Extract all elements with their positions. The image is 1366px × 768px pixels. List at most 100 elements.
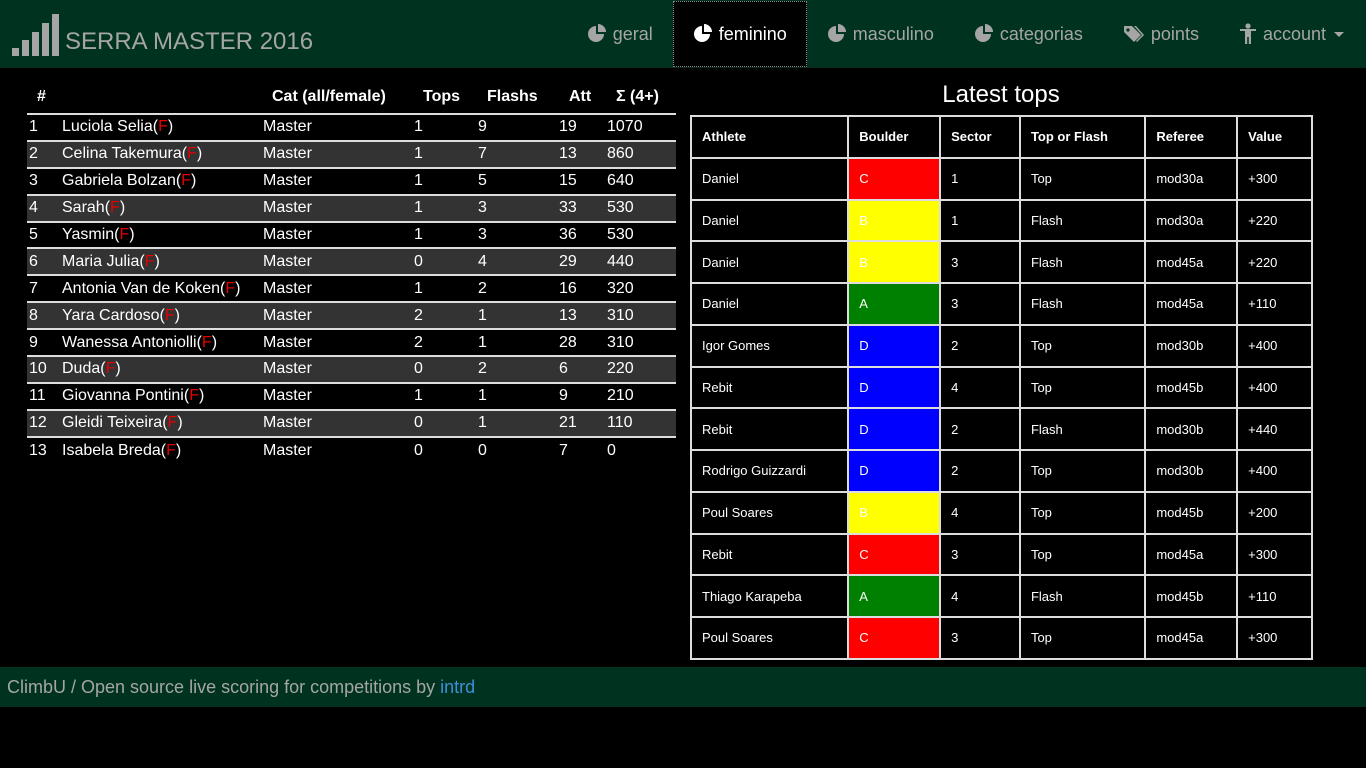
- col-header-sum[interactable]: Σ (4+): [607, 80, 676, 114]
- athlete-cell: Rodrigo Guizzardi: [689, 449, 850, 493]
- athlete-name[interactable]: Gabriela Bolzan: [62, 172, 176, 189]
- col-header-name: [62, 80, 263, 114]
- col-header-rank[interactable]: #: [27, 80, 62, 114]
- tab-geral[interactable]: geral: [567, 0, 673, 68]
- sum-cell: 110: [607, 414, 633, 432]
- sector-cell: 3: [939, 532, 1021, 577]
- ranking-row[interactable]: 5 Yasmin(F) Master 1 3 36 530: [27, 222, 676, 249]
- footer-link[interactable]: intrd: [440, 677, 475, 697]
- col-header-type: Top or Flash: [1018, 115, 1147, 159]
- pie-chart-icon: [827, 24, 847, 44]
- athlete-cell: Daniel: [689, 198, 850, 243]
- athlete-name-cell: Isabela Breda(F): [62, 441, 182, 459]
- tops-cell: 1: [414, 172, 423, 190]
- flashes-cell: 1: [478, 333, 487, 351]
- top-type-cell: Top: [1018, 449, 1147, 493]
- athlete-cell: Daniel: [689, 282, 850, 326]
- referee-cell: mod45a: [1144, 532, 1239, 577]
- ranking-row[interactable]: 1 Luciola Selia(F) Master 1 9 19 1070: [27, 114, 676, 141]
- tab-feminino[interactable]: feminino: [672, 1, 807, 67]
- tops-cell: 0: [414, 360, 423, 378]
- boulder-cell: B: [847, 240, 942, 284]
- top-type-cell: Top: [1018, 490, 1147, 535]
- tab-label: categorias: [999, 23, 1083, 44]
- referee-cell: mod45b: [1144, 365, 1239, 410]
- ranking-row[interactable]: 4 Sarah(F) Master 1 3 33 530: [27, 194, 676, 222]
- account-dropdown[interactable]: account: [1219, 0, 1366, 68]
- sector-cell: 3: [939, 616, 1021, 660]
- col-header-tops[interactable]: Tops: [414, 80, 478, 114]
- ranking-row[interactable]: 2 Celina Takemura(F) Master 1 7 13 860: [27, 140, 676, 168]
- athlete-cell: Rebit: [689, 365, 850, 410]
- athlete-name[interactable]: Antonia Van de Koken: [62, 280, 220, 297]
- attempts-cell: 36: [559, 226, 577, 243]
- athlete-name[interactable]: Sarah: [62, 199, 105, 216]
- sector-cell: 2: [939, 323, 1021, 368]
- attempts-cell: 9: [559, 387, 568, 405]
- athlete-name-cell: Luciola Selia(F): [62, 118, 174, 136]
- col-header-cat[interactable]: Cat (all/female): [263, 80, 414, 114]
- boulder-cell: D: [847, 365, 942, 410]
- female-mark: F: [119, 226, 130, 243]
- value-cell: +220: [1236, 198, 1313, 243]
- tops-cell: 1: [414, 279, 423, 297]
- flashes-cell: 1: [478, 306, 487, 324]
- rank-cell: 10: [29, 360, 47, 378]
- boulder-cell: A: [847, 282, 942, 326]
- athlete-cell: Rebit: [689, 407, 850, 451]
- athlete-name[interactable]: Isabela Breda: [62, 442, 161, 459]
- footer: ClimbU / Open source live scoring for co…: [0, 667, 1366, 707]
- col-header-value: Value: [1236, 115, 1313, 159]
- athlete-name[interactable]: Gleidi Teixeira: [62, 414, 162, 431]
- rank-cell: 2: [29, 145, 38, 163]
- latest-top-row: Daniel A 3 Flash mod45a +110: [689, 282, 1313, 326]
- col-header-att[interactable]: Att: [559, 80, 607, 114]
- latest-top-row: Daniel B 1 Flash mod30a +220: [689, 198, 1313, 243]
- ranking-row[interactable]: 7 Antonia Van de Koken(F) Master 1 2 16 …: [27, 275, 676, 303]
- ranking-row[interactable]: 10 Duda(F) Master 0 2 6 220: [27, 356, 676, 383]
- tab-masculino[interactable]: masculino: [807, 0, 954, 68]
- athlete-name[interactable]: Yasmin: [62, 226, 114, 243]
- top-type-cell: Flash: [1018, 282, 1147, 326]
- top-type-cell: Top: [1018, 365, 1147, 410]
- athlete-name[interactable]: Giovanna Pontini: [62, 387, 184, 404]
- tops-cell: 1: [414, 226, 423, 243]
- sum-cell: 310: [607, 306, 634, 324]
- attempts-cell: 29: [559, 252, 577, 270]
- referee-cell: mod30a: [1144, 198, 1239, 243]
- athlete-name[interactable]: Luciola Selia: [62, 118, 153, 135]
- ranking-row[interactable]: 11 Giovanna Pontini(F) Master 1 1 9 210: [27, 383, 676, 410]
- athlete-cell: Daniel: [689, 240, 850, 284]
- athlete-name[interactable]: Celina Takemura: [62, 145, 182, 162]
- boulder-cell: D: [847, 407, 942, 451]
- ranking-row[interactable]: 13 Isabela Breda(F) Master 0 0 7 0: [27, 437, 676, 464]
- flashes-cell: 2: [478, 360, 487, 378]
- ranking-row[interactable]: 12 Gleidi Teixeira(F) Master 0 1 21 110: [27, 409, 676, 437]
- value-cell: +110: [1236, 282, 1313, 326]
- athlete-name[interactable]: Wanessa Antoniolli: [62, 334, 197, 351]
- sector-cell: 1: [939, 156, 1021, 201]
- athlete-name[interactable]: Maria Julia: [62, 253, 139, 270]
- female-mark: F: [144, 252, 155, 270]
- category-cell: Master: [263, 145, 312, 163]
- sector-cell: 3: [939, 282, 1021, 326]
- tab-categorias[interactable]: categorias: [954, 0, 1103, 68]
- top-type-cell: Top: [1018, 323, 1147, 368]
- flashes-cell: 1: [478, 414, 487, 432]
- ranking-row[interactable]: 3 Gabriela Bolzan(F) Master 1 5 15 640: [27, 168, 676, 195]
- athlete-cell: Igor Gomes: [689, 323, 850, 368]
- athlete-name[interactable]: Duda: [62, 360, 100, 377]
- athlete-name[interactable]: Yara Cardoso: [62, 307, 160, 324]
- ranking-row[interactable]: 9 Wanessa Antoniolli(F) Master 2 1 28 31…: [27, 329, 676, 357]
- value-cell: +200: [1236, 490, 1313, 535]
- value-cell: +300: [1236, 156, 1313, 201]
- female-mark: F: [181, 172, 191, 190]
- ranking-row[interactable]: 6 Maria Julia(F) Master 0 4 29 440: [27, 248, 676, 276]
- brand-link[interactable]: SERRA MASTER 2016: [12, 10, 313, 56]
- ranking-row[interactable]: 8 Yara Cardoso(F) Master 2 1 13 310: [27, 302, 676, 330]
- tab-points[interactable]: points: [1103, 0, 1219, 68]
- flashes-cell: 7: [478, 145, 487, 163]
- col-header-flashes[interactable]: Flashs: [478, 80, 559, 114]
- col-header-referee: Referee: [1144, 115, 1239, 159]
- flashes-cell: 4: [478, 252, 487, 270]
